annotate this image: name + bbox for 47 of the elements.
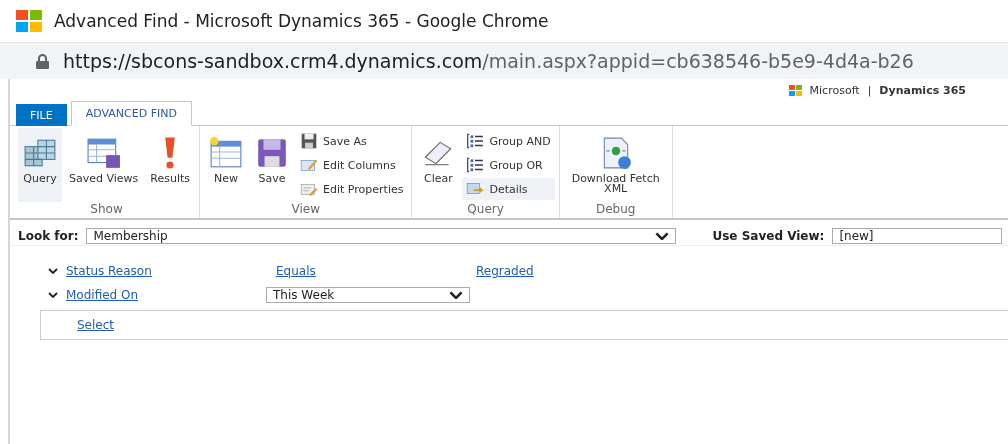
saved-view-dropdown[interactable]: [new] (832, 228, 1003, 244)
separator: | (867, 83, 872, 97)
ribbon-button[interactable]: Group OR (462, 154, 555, 176)
save-icon (300, 132, 319, 150)
select-link[interactable]: Select (77, 318, 115, 332)
ribbon-tab[interactable]: ADVANCED FIND (70, 101, 192, 126)
value-link[interactable]: Regraded (476, 264, 1008, 278)
ribbon-button[interactable]: Edit Properties (296, 178, 408, 200)
group-label: Debug (594, 202, 637, 218)
ribbon-button[interactable]: Edit Columns (296, 154, 408, 176)
ribbon-button[interactable]: New (204, 128, 249, 202)
ribbon-button[interactable]: Query (18, 128, 62, 202)
logo-icon (16, 10, 42, 32)
group-label: Show (89, 202, 124, 218)
look-for-label: Look for: (18, 229, 79, 243)
ribbon-button[interactable]: Clear (416, 128, 461, 202)
company-name: Microsoft (809, 83, 860, 97)
ribbon-button[interactable]: Results (145, 128, 196, 202)
table-disk-icon (86, 136, 121, 170)
product-name: Dynamics 365 (879, 83, 966, 97)
file-tab[interactable]: FILE (16, 104, 67, 126)
window-title: Advanced Find - Microsoft Dynamics 365 - Google Chrome (54, 11, 549, 31)
ribbon-button[interactable]: Details (462, 178, 555, 200)
caret-icon (449, 290, 463, 300)
group-icon (466, 156, 485, 174)
field-link[interactable]: Status Reason (66, 264, 276, 278)
group-label: Query (466, 202, 505, 218)
chevron-icon (48, 268, 58, 274)
url-path[interactable]: /main.aspx?appid=cb638546-b5e9-4d4a-b26 (482, 50, 914, 72)
group-label: View (290, 202, 321, 218)
ribbon-button[interactable]: Saved Views (64, 128, 144, 202)
lock-icon (36, 53, 49, 69)
logo-icon (788, 84, 802, 96)
new-table-icon (209, 136, 244, 170)
caret-icon (655, 231, 670, 241)
operator-dropdown[interactable]: This Week (266, 287, 470, 303)
url-host[interactable]: https://sbcons-sandbox.crm4.dynamics.com (63, 50, 483, 72)
chevron-icon (48, 292, 58, 298)
ribbon-button[interactable]: Group AND (462, 130, 555, 152)
ribbon-button[interactable]: Save (250, 128, 295, 202)
saved-view-label: Use Saved View: (712, 229, 825, 243)
entity-dropdown[interactable]: Membership (86, 228, 677, 244)
exclamation-icon (164, 136, 177, 170)
group-icon (466, 132, 485, 150)
ribbon-button[interactable]: Download Fetch XML (563, 128, 668, 202)
operator-link[interactable]: Equals (276, 264, 476, 278)
ribbon-button[interactable]: Save As (296, 130, 408, 152)
